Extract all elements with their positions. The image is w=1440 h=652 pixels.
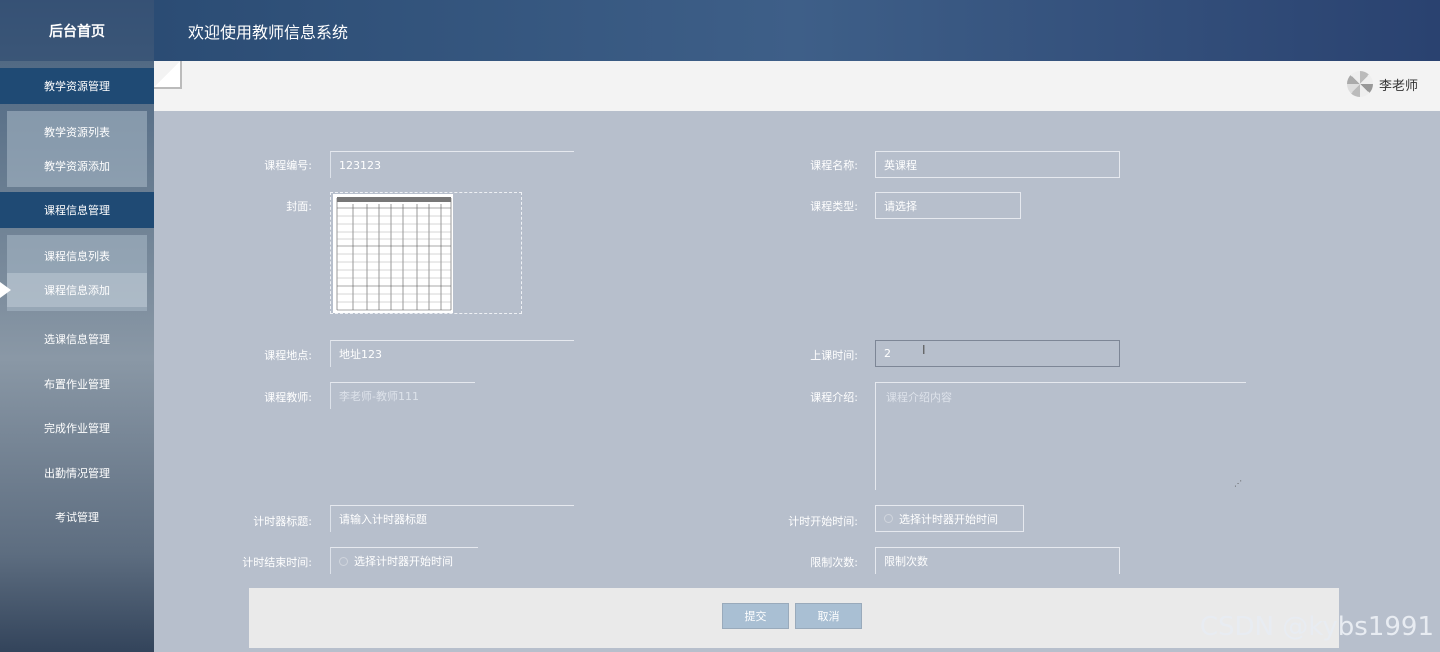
resize-handle-icon[interactable]: ⋰ (1234, 479, 1242, 488)
user-menu[interactable]: 李老师 (1346, 71, 1418, 97)
class-time-label: 上课时间: (810, 349, 858, 362)
sidebar-brand-home[interactable]: 后台首页 (0, 0, 154, 61)
sidebar-item-attendance[interactable]: 出勤情况管理 (0, 451, 154, 496)
sidebar-item-homework-assign[interactable]: 布置作业管理 (0, 362, 154, 407)
user-name: 李老师 (1378, 78, 1418, 94)
sidebar-submenu-teaching-resources: 教学资源列表 教学资源添加 (7, 111, 147, 187)
sidebar-item-exam[interactable]: 考试管理 (0, 495, 154, 540)
sidebar-item-course-selection[interactable]: 选课信息管理 (0, 317, 154, 362)
timer-end-label: 计时结束时间: (242, 556, 312, 569)
limit-input[interactable]: 限制次数 (875, 547, 1120, 574)
cover-image-preview (333, 194, 453, 313)
course-no-label: 课程编号: (264, 159, 312, 172)
clock-icon (339, 556, 348, 566)
clock-icon (884, 514, 893, 523)
watermark: CSDN @kybs1991 (1199, 612, 1434, 642)
breadcrumb-bar: 李老师 (154, 61, 1440, 111)
timer-end-picker[interactable]: 选择计时器开始时间 (330, 547, 478, 574)
timer-start-label: 计时开始时间: (788, 515, 858, 528)
timer-title-label: 计时器标题: (253, 515, 312, 528)
location-label: 课程地点: (264, 349, 312, 362)
form-actions: 提交 取消 (249, 588, 1339, 648)
sidebar-item-course-list[interactable]: 课程信息列表 (7, 239, 147, 273)
teacher-select[interactable]: 李老师-教师111 (330, 382, 475, 409)
collapse-toggle-icon[interactable] (154, 61, 182, 89)
cover-label: 封面: (286, 200, 312, 213)
sidebar: 后台首页 教学资源管理 教学资源列表 教学资源添加 课程信息管理 课程信息列表 … (0, 0, 154, 652)
timer-title-input[interactable]: 请输入计时器标题 (330, 505, 574, 532)
submit-button[interactable]: 提交 (722, 603, 789, 629)
course-type-label: 课程类型: (810, 200, 858, 213)
avatar (1346, 71, 1373, 97)
sidebar-submenu-course-info: 课程信息列表 课程信息添加 (0, 235, 147, 311)
text-cursor-icon: I (922, 343, 926, 357)
sidebar-item-homework-complete[interactable]: 完成作业管理 (0, 406, 154, 451)
sidebar-item-resource-add[interactable]: 教学资源添加 (7, 149, 147, 183)
page-title: 欢迎使用教师信息系统 (188, 22, 349, 42)
sidebar-group-teaching-resources[interactable]: 教学资源管理 (0, 68, 154, 104)
class-time-input[interactable]: 2 (875, 340, 1120, 367)
sidebar-group-course-info[interactable]: 课程信息管理 (0, 192, 154, 228)
intro-label: 课程介绍: (810, 391, 858, 404)
course-name-input[interactable]: 英课程 (875, 151, 1120, 178)
sidebar-item-course-add[interactable]: 课程信息添加 (0, 273, 147, 307)
cover-upload[interactable] (330, 192, 522, 314)
top-header: 欢迎使用教师信息系统 (154, 0, 1440, 61)
sidebar-item-resource-list[interactable]: 教学资源列表 (7, 115, 147, 149)
limit-label: 限制次数: (810, 556, 858, 569)
course-add-form: 课程编号: 123123 课程名称: 英课程 封面: 课程类型: 请选择 课程地… (160, 117, 1429, 652)
location-input[interactable]: 地址123 (330, 340, 574, 367)
course-no-input[interactable]: 123123 (330, 151, 574, 178)
sidebar-links: 选课信息管理 布置作业管理 完成作业管理 出勤情况管理 考试管理 (0, 317, 154, 540)
timer-start-picker[interactable]: 选择计时器开始时间 (875, 505, 1024, 532)
teacher-label: 课程教师: (264, 391, 312, 404)
course-type-select[interactable]: 请选择 (875, 192, 1021, 219)
intro-textarea[interactable]: 课程介绍内容 ⋰ (875, 382, 1246, 490)
cancel-button[interactable]: 取消 (795, 603, 862, 629)
course-name-label: 课程名称: (810, 159, 858, 172)
